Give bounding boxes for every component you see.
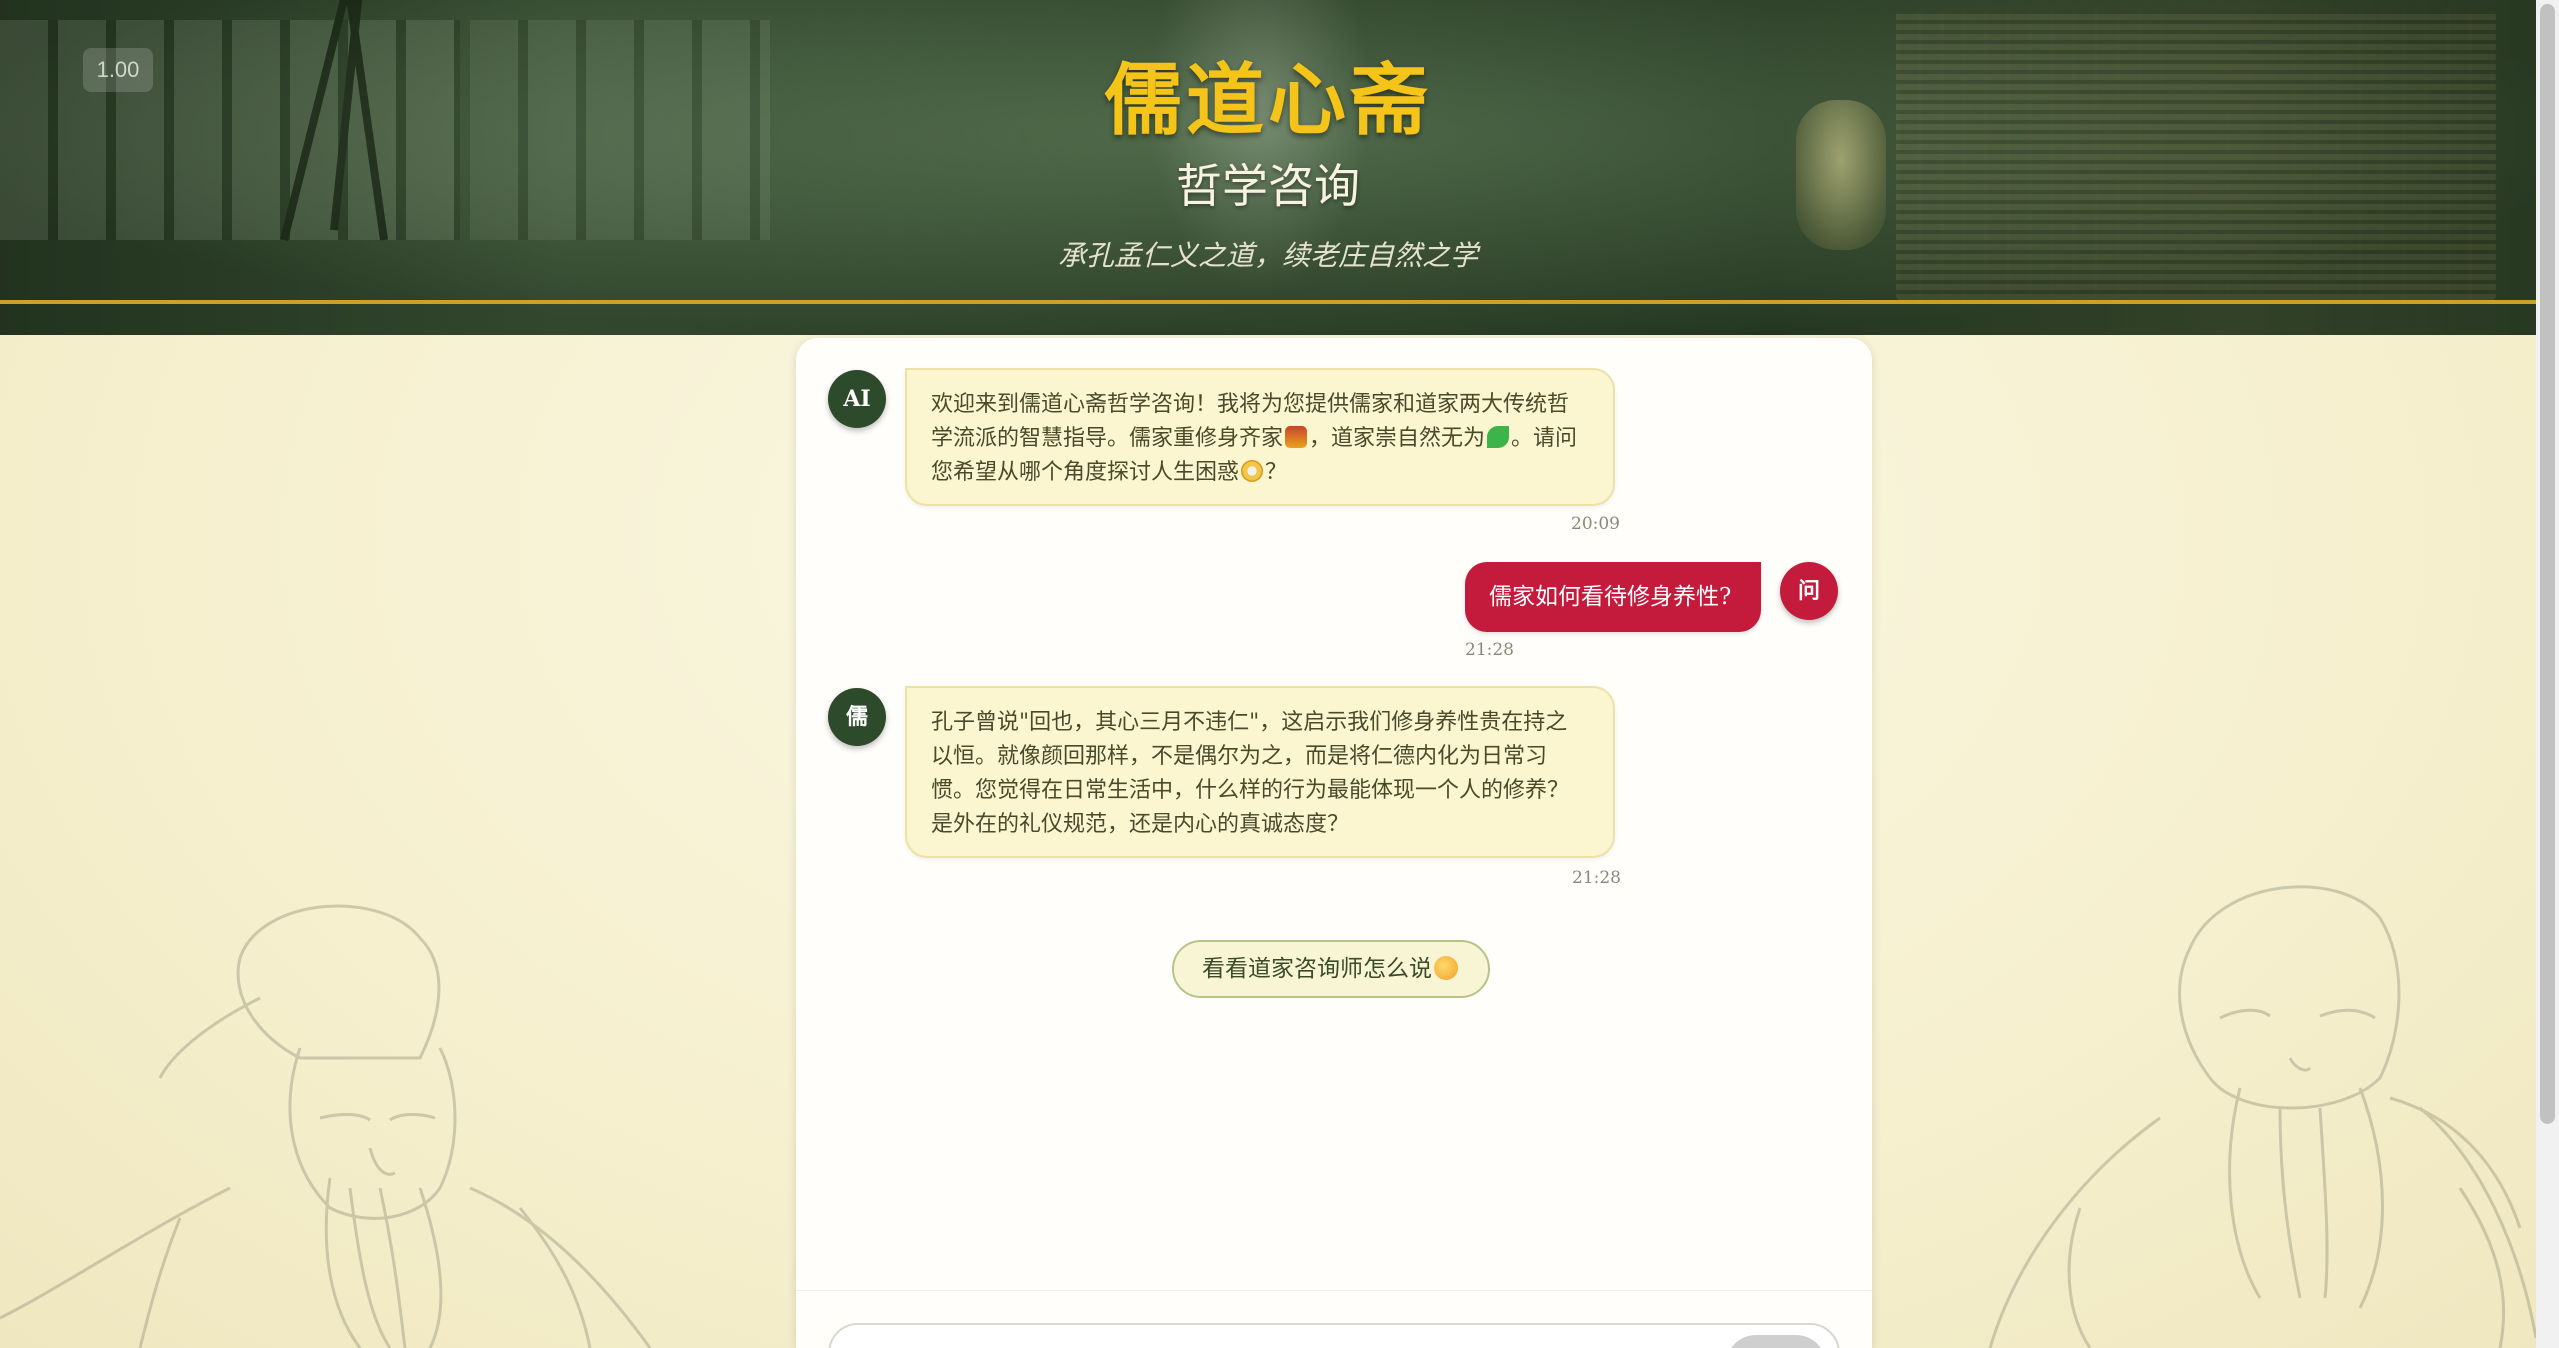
ask-daoist-button[interactable]: 看看道家咨询师怎么说	[1172, 940, 1490, 998]
confucius-portrait	[0, 904, 652, 1348]
leaf-emoji-icon	[1487, 426, 1510, 448]
dizzy-emoji-icon	[1241, 460, 1264, 482]
bot-avatar: AI	[828, 370, 886, 428]
header-banner: 1.00 儒道心斋 哲学咨询 承孔孟仁义之道，续老庄自然之学	[0, 0, 2536, 335]
bot-message-bubble: 孔子曾说"回也，其心三月不违仁"，这启示我们修身养性贵在持之以恒。就像颜回那样，…	[905, 686, 1615, 858]
header-divider	[0, 300, 2536, 304]
send-button[interactable]	[1726, 1335, 1826, 1348]
scrollbar-thumb[interactable]	[2540, 4, 2555, 1124]
message-timestamp: 21:28	[1465, 640, 1514, 660]
message-timestamp: 21:28	[1572, 868, 1621, 888]
message-text: ，道家崇自然无为	[1309, 426, 1486, 451]
message-timestamp: 20:09	[1571, 514, 1620, 534]
message-input[interactable]	[828, 1323, 1840, 1348]
message-text: ？	[1265, 460, 1288, 485]
bot-message-bubble: 欢迎来到儒道心斋哲学咨询！我将为您提供儒家和道家两大传统哲学流派的智慧指导。儒家…	[905, 368, 1615, 506]
ask-daoist-label: 看看道家咨询师怎么说	[1202, 956, 1432, 982]
input-area	[796, 1290, 1872, 1348]
user-message-bubble: 儒家如何看待修身养性?	[1465, 562, 1761, 632]
app-tagline: 承孔孟仁义之道，续老庄自然之学	[1057, 239, 1478, 272]
user-avatar: 问	[1780, 562, 1838, 620]
chat-panel[interactable]: AI 欢迎来到儒道心斋哲学咨询！我将为您提供儒家和道家两大传统哲学流派的智慧指导…	[796, 338, 1872, 1348]
app-title: 儒道心斋	[1103, 55, 1432, 146]
thinking-face-icon	[1434, 956, 1458, 980]
confucian-avatar: 儒	[828, 688, 886, 746]
page-scrollbar[interactable]	[2536, 0, 2559, 1348]
app-subtitle: 哲学咨询	[1176, 159, 1360, 213]
laozi-portrait	[1988, 885, 2536, 1348]
scroll-emoji-icon	[1285, 426, 1308, 448]
